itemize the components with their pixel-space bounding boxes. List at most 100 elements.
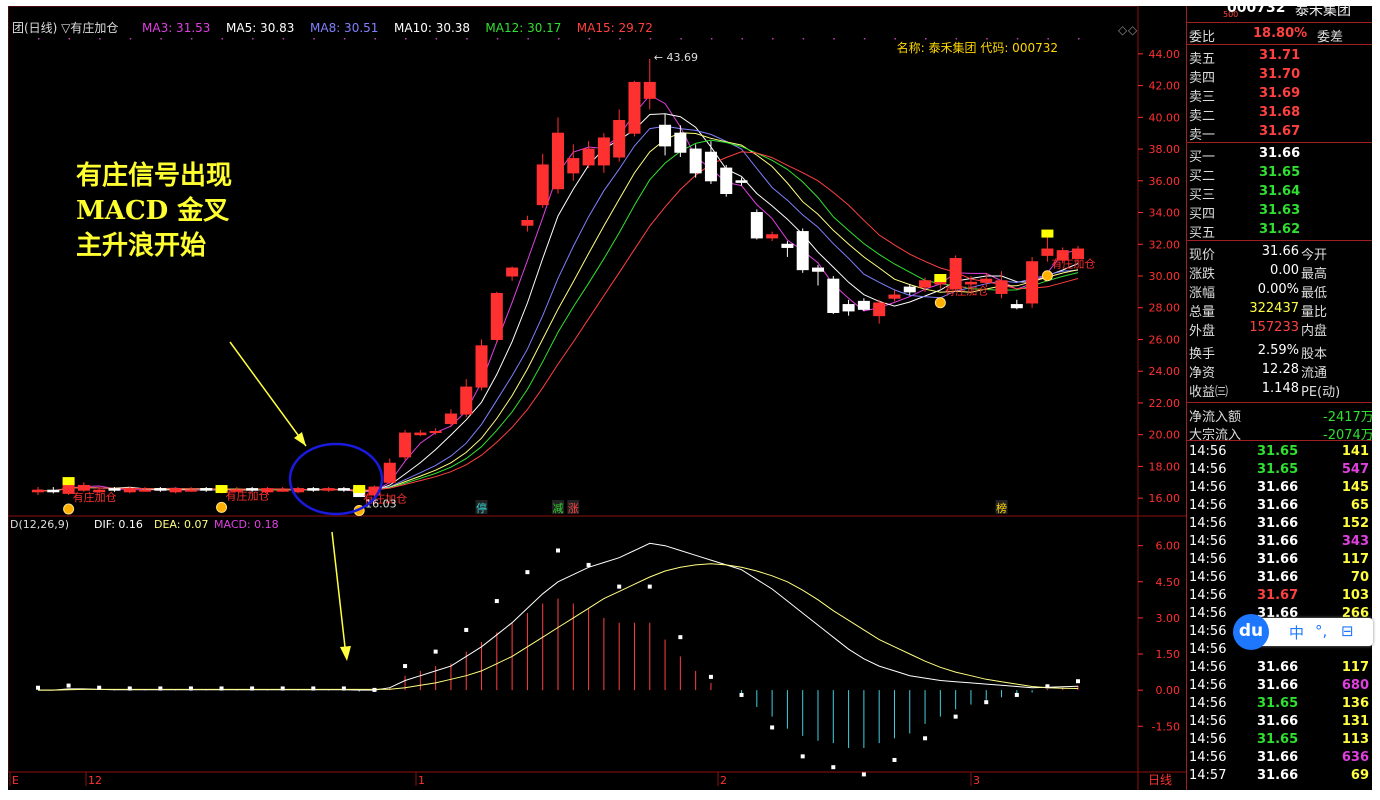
signal-label: 有庄加仓 [944, 284, 988, 298]
macd-dot [647, 584, 652, 589]
tick-row: 14:56 31.65 136 [1187, 695, 1372, 713]
high-label: ← 43.69 [654, 51, 698, 64]
candle-body [643, 81, 656, 99]
price-tick-label: 38.00 [1149, 143, 1181, 156]
top-dot [1016, 38, 1019, 40]
candle-body [919, 280, 932, 288]
top-dot [894, 38, 896, 40]
candle [475, 339, 488, 391]
badge-0: 停 [476, 501, 487, 515]
candle [888, 290, 901, 302]
ask-row: 卖四 31.70 [1187, 66, 1372, 86]
candle-body [276, 489, 289, 492]
candle [750, 209, 763, 240]
candle-body [689, 148, 702, 174]
candle [811, 264, 825, 286]
top-dot [68, 38, 71, 40]
macd-dot [678, 635, 683, 640]
macd-dot [708, 674, 713, 679]
bid-label: 买二 [1189, 169, 1216, 184]
top-dot [588, 38, 591, 40]
stat-row: 外盘 157233 内盘 [1187, 319, 1372, 339]
tick-time: 14:57 [1189, 768, 1227, 783]
du-logo-icon[interactable]: du [1233, 614, 1269, 650]
annotation-line-1: MACD 金叉 [76, 195, 229, 226]
stat-row: 收益㈢ 1.148 PE(动) [1187, 380, 1372, 400]
tick-volume: 113 [1341, 732, 1369, 747]
tick-time: 14:56 [1189, 480, 1227, 495]
macd-dot [861, 772, 866, 777]
candle [551, 117, 565, 194]
top-dot [252, 38, 254, 40]
weibi-row: 委比 18.80% 委差 [1187, 25, 1372, 45]
ask-row: 卖三 31.69 [1187, 85, 1372, 105]
macd-dot [953, 714, 958, 719]
arrow-head-icon [340, 646, 351, 661]
kline-chart[interactable]: 16.0018.0020.0022.0024.0026.0028.0030.00… [8, 6, 1186, 790]
candle-body [628, 81, 641, 134]
macd-dot [1045, 684, 1050, 689]
tick-price: 31.65 [1257, 696, 1299, 711]
candle-body [873, 302, 886, 317]
bid-price: 31.65 [1259, 165, 1301, 180]
bid-row: 买五 31.62 [1187, 221, 1372, 241]
stat-key: 外盘 [1189, 324, 1216, 339]
ime-lang-button[interactable]: 中 [1289, 622, 1304, 643]
price-tick-label: 16.00 [1149, 492, 1181, 505]
top-dot [99, 38, 101, 40]
macd-name: D(12,26,9) [10, 518, 69, 531]
price-tick-label: 40.00 [1149, 111, 1181, 124]
macd-dot [433, 649, 438, 654]
tick-volume: 69 [1350, 768, 1369, 783]
candle-body [567, 158, 580, 174]
candle [674, 125, 687, 157]
candle [857, 298, 870, 311]
macd-dot [66, 683, 71, 688]
tick-row: 14:56 31.65 141 [1187, 443, 1372, 461]
bid-price: 31.62 [1259, 222, 1301, 237]
top-dot [374, 38, 376, 40]
ask-label: 卖二 [1189, 109, 1216, 124]
top-dot [925, 38, 927, 40]
tick-row: 14:56 31.65 113 [1187, 731, 1372, 749]
chart-window: 16.00 18.00 20.00 22.00 24.00 26.00 28.00 30.00… [8, 6, 1372, 790]
stat-key2: PE(动) [1301, 385, 1341, 400]
tick-time: 14:56 [1189, 696, 1227, 711]
stat-row: 涨幅 0.00% 最低 [1187, 281, 1372, 301]
signal-label: 有庄加仓 [1051, 257, 1095, 271]
candle [536, 153, 549, 208]
candle-body [414, 432, 427, 436]
candle [766, 231, 779, 242]
candle-body [154, 488, 167, 491]
ime-punct-button[interactable]: °, [1315, 622, 1327, 640]
ask-price: 31.69 [1259, 86, 1301, 101]
stat-key2: 最高 [1301, 267, 1328, 282]
xaxis-label-3: 2 [720, 774, 727, 787]
tick-price: 31.66 [1257, 570, 1299, 585]
candle-body [31, 489, 45, 493]
top-dot [466, 38, 468, 40]
candle-body [322, 488, 335, 491]
candle [643, 58, 656, 110]
input-method-widget[interactable]: 中 °, ⊟ du [1233, 612, 1373, 652]
price-tick-label: 26.00 [1149, 333, 1181, 346]
candle-body [399, 432, 412, 458]
tick-price: 31.66 [1257, 480, 1299, 495]
tick-price: 31.66 [1257, 678, 1299, 693]
stat-key: 换手 [1189, 347, 1216, 362]
ime-toolbar[interactable]: 中 °, ⊟ [1255, 618, 1373, 646]
tick-volume: 152 [1341, 516, 1369, 531]
candle-body [521, 219, 534, 226]
tick-time: 14:56 [1189, 516, 1227, 531]
ime-toolbox-icon[interactable]: ⊟ [1341, 622, 1354, 640]
candle [842, 299, 855, 316]
candle [337, 487, 350, 492]
annotation-line-2: 主升浪开始 [76, 230, 206, 261]
stat-value: 31.66 [1261, 244, 1299, 259]
stat-key: 净资 [1189, 366, 1216, 381]
candle [490, 291, 503, 343]
candle-body [903, 286, 916, 293]
top-dot [527, 38, 529, 40]
quote-panel: 500 000732 泰禾集团 委比 18.80% 委差 卖五 31.71 卖四 31… [1186, 6, 1372, 790]
candle-body [1026, 261, 1039, 304]
